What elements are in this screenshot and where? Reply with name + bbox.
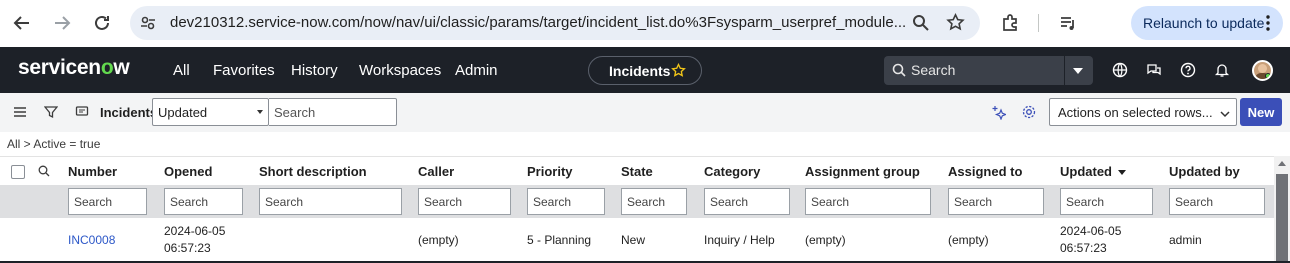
assigned-to-cell: (empty) — [948, 233, 989, 247]
menu-all[interactable]: All — [173, 62, 190, 79]
search-divider — [1064, 56, 1065, 85]
back-icon[interactable] — [10, 11, 34, 35]
column-header-opened[interactable]: Opened — [164, 164, 212, 179]
favorite-star-icon[interactable] — [671, 62, 686, 81]
address-bar[interactable]: dev210312.service-now.com/now/nav/ui/cla… — [130, 6, 980, 40]
context-pill[interactable]: Incidents — [588, 56, 702, 85]
vertical-scrollbar[interactable] — [1274, 156, 1290, 263]
menu-history[interactable]: History — [291, 62, 338, 79]
breadcrumb[interactable]: All > Active = true — [7, 137, 100, 151]
url-text: dev210312.service-now.com/now/nav/ui/cla… — [170, 14, 907, 31]
search-caller-input[interactable] — [418, 188, 511, 215]
column-header-category[interactable]: Category — [704, 164, 760, 179]
incident-table: Number Opened Short description Caller P… — [0, 156, 1274, 263]
reload-icon[interactable] — [90, 11, 114, 35]
zoom-icon[interactable] — [912, 14, 930, 35]
menu-admin[interactable]: Admin — [455, 62, 498, 79]
assignment-group-cell: (empty) — [805, 233, 846, 247]
actions-select[interactable]: Actions on selected rows... — [1049, 98, 1237, 126]
column-header-assigned-to[interactable]: Assigned to — [948, 164, 1022, 179]
menu-favorites[interactable]: Favorites — [213, 62, 275, 79]
bookmark-star-icon[interactable] — [946, 13, 965, 35]
more-vert-icon[interactable] — [1265, 15, 1271, 34]
updated-by-cell: admin — [1169, 233, 1202, 247]
column-header-updated[interactable]: Updated — [1060, 164, 1126, 179]
column-header-caller[interactable]: Caller — [418, 164, 454, 179]
relaunch-button[interactable]: Relaunch to update — [1131, 6, 1283, 40]
browser-toolbar: dev210312.service-now.com/now/nav/ui/cla… — [0, 0, 1290, 47]
global-search[interactable]: Search — [884, 56, 1093, 85]
sparkle-icon[interactable] — [989, 103, 1007, 121]
global-search-placeholder: Search — [911, 62, 956, 78]
table-row: INC0008 2024-06-05 06:57:23 (empty) 5 - … — [0, 218, 1274, 263]
column-header-number[interactable]: Number — [68, 164, 117, 179]
avatar[interactable] — [1252, 60, 1273, 81]
context-pill-label: Incidents — [609, 63, 671, 79]
search-field-select[interactable]: Updated — [152, 98, 269, 126]
list-title: Incidents — [100, 105, 158, 120]
column-search-row — [0, 185, 1274, 218]
column-header-short-description[interactable]: Short description — [259, 164, 367, 179]
chevron-down-icon — [1220, 107, 1230, 122]
globe-icon[interactable] — [1111, 61, 1129, 79]
site-info-icon[interactable] — [140, 15, 156, 34]
category-cell: Inquiry / Help — [704, 233, 775, 247]
search-assignment-group-input[interactable] — [805, 188, 931, 215]
updated-date: 2024-06-05 — [1060, 224, 1122, 238]
search-number-input[interactable] — [68, 188, 147, 215]
forward-icon[interactable] — [50, 11, 74, 35]
sort-descending-icon — [1118, 170, 1126, 176]
media-queue-icon[interactable] — [1056, 11, 1080, 35]
opened-date: 2024-06-05 — [164, 224, 226, 238]
new-button[interactable]: New — [1240, 98, 1282, 126]
priority-cell: 5 - Planning — [527, 233, 592, 247]
scroll-up-icon[interactable] — [1278, 161, 1286, 166]
state-cell: New — [621, 233, 646, 247]
servicenow-logo[interactable]: servicenow — [18, 56, 130, 80]
search-short-description-input[interactable] — [259, 188, 402, 215]
search-updated-input[interactable] — [1060, 188, 1153, 215]
filter-icon[interactable] — [42, 103, 60, 121]
relaunch-label: Relaunch to update — [1143, 15, 1265, 31]
servicenow-header: servicenow All Favorites History Workspa… — [0, 47, 1290, 93]
column-header-updated-by[interactable]: Updated by — [1169, 164, 1240, 179]
column-header-assignment-group[interactable]: Assignment group — [805, 164, 920, 179]
opened-time: 06:57:23 — [164, 241, 211, 255]
table-header-row: Number Opened Short description Caller P… — [0, 156, 1274, 185]
column-search-icon[interactable] — [38, 165, 50, 180]
chevron-down-icon — [257, 110, 263, 114]
chat-icon[interactable] — [1145, 61, 1163, 79]
help-icon[interactable] — [1179, 61, 1197, 79]
search-field-value: Updated — [158, 105, 208, 120]
search-state-input[interactable] — [621, 188, 687, 215]
search-priority-input[interactable] — [527, 188, 605, 215]
search-opened-input[interactable] — [164, 188, 243, 215]
search-updated-by-input[interactable] — [1169, 188, 1265, 215]
search-icon — [892, 63, 906, 80]
caller-cell: (empty) — [418, 233, 459, 247]
comment-icon[interactable] — [73, 103, 91, 121]
column-header-priority[interactable]: Priority — [527, 164, 573, 179]
hamburger-menu-icon[interactable] — [11, 103, 29, 121]
incident-number-link[interactable]: INC0008 — [68, 233, 115, 247]
actions-select-value: Actions on selected rows... — [1058, 105, 1213, 120]
gear-icon[interactable] — [1020, 103, 1038, 121]
scrollbar-thumb[interactable] — [1276, 174, 1288, 263]
toolbar-divider — [1038, 14, 1039, 32]
search-category-input[interactable] — [704, 188, 790, 215]
chevron-down-icon[interactable] — [1073, 68, 1083, 74]
extensions-icon[interactable] — [998, 11, 1022, 35]
list-search-input[interactable] — [269, 98, 397, 126]
avatar-face — [1258, 64, 1267, 73]
bell-icon[interactable] — [1213, 61, 1231, 79]
column-header-state[interactable]: State — [621, 164, 653, 179]
search-assigned-to-input[interactable] — [948, 188, 1044, 215]
menu-workspaces[interactable]: Workspaces — [359, 62, 441, 79]
list-toolbar: Incidents Updated Actions on selected ro… — [0, 93, 1290, 132]
updated-time: 06:57:23 — [1060, 241, 1107, 255]
select-all-checkbox[interactable] — [11, 165, 25, 179]
presence-dot — [1265, 73, 1271, 79]
